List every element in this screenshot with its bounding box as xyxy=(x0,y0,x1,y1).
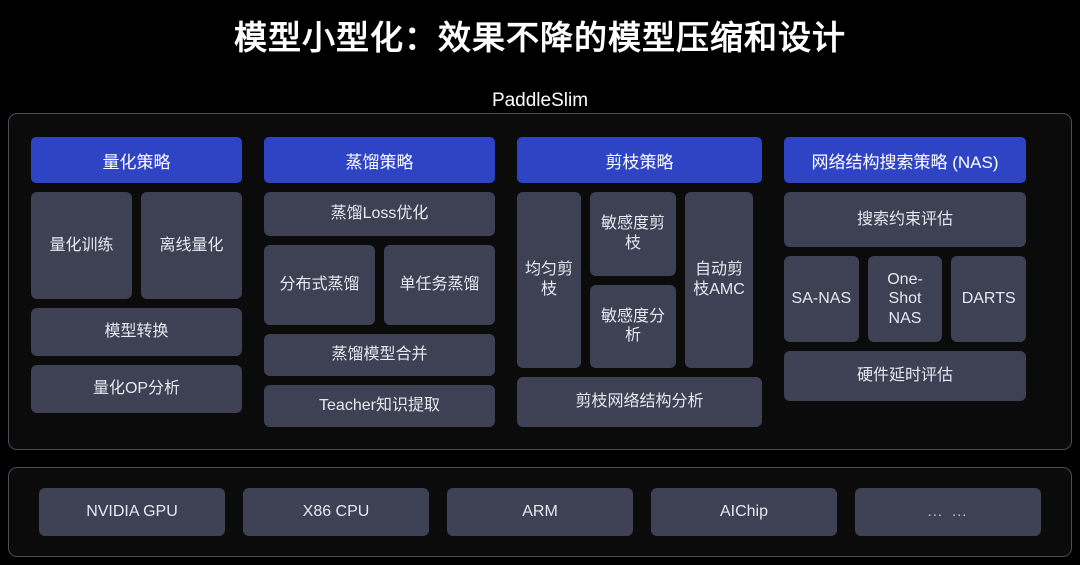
hardware-item-arm[interactable]: ARM xyxy=(447,488,633,536)
strategy-header-nas[interactable]: 网络结构搜索策略 (NAS) xyxy=(784,137,1026,183)
strategy-header-quantization[interactable]: 量化策略 xyxy=(31,137,242,183)
card-model-convert[interactable]: 模型转换 xyxy=(31,308,242,356)
card-distributed-distillation[interactable]: 分布式蒸馏 xyxy=(264,245,375,325)
card-distill-loss-optimization[interactable]: 蒸馏Loss优化 xyxy=(264,192,495,236)
strategy-columns: 量化策略 量化训练 离线量化 模型转换 量化OP分析 蒸馏策略 蒸馏Loss优化… xyxy=(31,137,1049,427)
card-darts[interactable]: DARTS xyxy=(951,256,1027,342)
strategy-header-distillation[interactable]: 蒸馏策略 xyxy=(264,137,495,183)
hardware-item-aichip[interactable]: AIChip xyxy=(651,488,837,536)
pruning-sensitivity-stack: 敏感度剪枝 敏感度分析 xyxy=(590,192,676,368)
card-sa-nas[interactable]: SA-NAS xyxy=(784,256,859,342)
card-distill-model-merge[interactable]: 蒸馏模型合并 xyxy=(264,334,495,376)
column-spacer-nas xyxy=(784,410,1026,427)
hardware-item-nvidia-gpu[interactable]: NVIDIA GPU xyxy=(39,488,225,536)
paddleslim-strategy-panel: 量化策略 量化训练 离线量化 模型转换 量化OP分析 蒸馏策略 蒸馏Loss优化… xyxy=(8,113,1072,450)
strategy-header-pruning[interactable]: 剪枝策略 xyxy=(517,137,762,183)
card-auto-pruning-amc[interactable]: 自动剪枝AMC xyxy=(685,192,753,368)
card-quant-training[interactable]: 量化训练 xyxy=(31,192,132,299)
card-one-shot-nas[interactable]: One-Shot NAS xyxy=(867,256,943,342)
card-pruning-network-structure-analysis[interactable]: 剪枝网络结构分析 xyxy=(517,377,762,427)
hardware-item-more[interactable]: … … xyxy=(855,488,1041,536)
card-single-task-distillation[interactable]: 单任务蒸馏 xyxy=(384,245,495,325)
card-teacher-knowledge-extraction[interactable]: Teacher知识提取 xyxy=(264,385,495,427)
nas-algorithm-row: SA-NAS One-Shot NAS DARTS xyxy=(784,256,1027,342)
card-sensitivity-pruning[interactable]: 敏感度剪枝 xyxy=(590,192,676,276)
strategy-column-pruning: 剪枝策略 均匀剪枝 敏感度剪枝 敏感度分析 自动剪枝AMC 剪枝网络结构分析 xyxy=(517,137,762,427)
page-title: 模型小型化：效果不降的模型压缩和设计 xyxy=(234,19,846,56)
distillation-pair-row: 分布式蒸馏 单任务蒸馏 xyxy=(264,245,495,325)
hardware-platform-panel: NVIDIA GPU X86 CPU ARM AIChip … … xyxy=(8,467,1072,557)
card-quant-op-analysis[interactable]: 量化OP分析 xyxy=(31,365,242,413)
column-spacer-quantization xyxy=(31,422,242,427)
framework-label: PaddleSlim xyxy=(491,90,589,111)
card-sensitivity-analysis[interactable]: 敏感度分析 xyxy=(590,284,676,368)
card-uniform-pruning[interactable]: 均匀剪枝 xyxy=(517,192,581,368)
hardware-item-x86-cpu[interactable]: X86 CPU xyxy=(243,488,429,536)
strategy-column-distillation: 蒸馏策略 蒸馏Loss优化 分布式蒸馏 单任务蒸馏 蒸馏模型合并 Teacher… xyxy=(264,137,495,427)
card-search-constraint-evaluation[interactable]: 搜索约束评估 xyxy=(784,192,1026,247)
quantization-pair-row: 量化训练 离线量化 xyxy=(31,192,242,299)
card-offline-quant[interactable]: 离线量化 xyxy=(141,192,242,299)
card-hardware-latency-evaluation[interactable]: 硬件延时评估 xyxy=(784,351,1026,401)
strategy-column-nas: 网络结构搜索策略 (NAS) 搜索约束评估 SA-NAS One-Shot NA… xyxy=(784,137,1027,427)
pruning-middle-row: 均匀剪枝 敏感度剪枝 敏感度分析 自动剪枝AMC xyxy=(517,192,762,368)
strategy-column-quantization: 量化策略 量化训练 离线量化 模型转换 量化OP分析 xyxy=(31,137,242,427)
